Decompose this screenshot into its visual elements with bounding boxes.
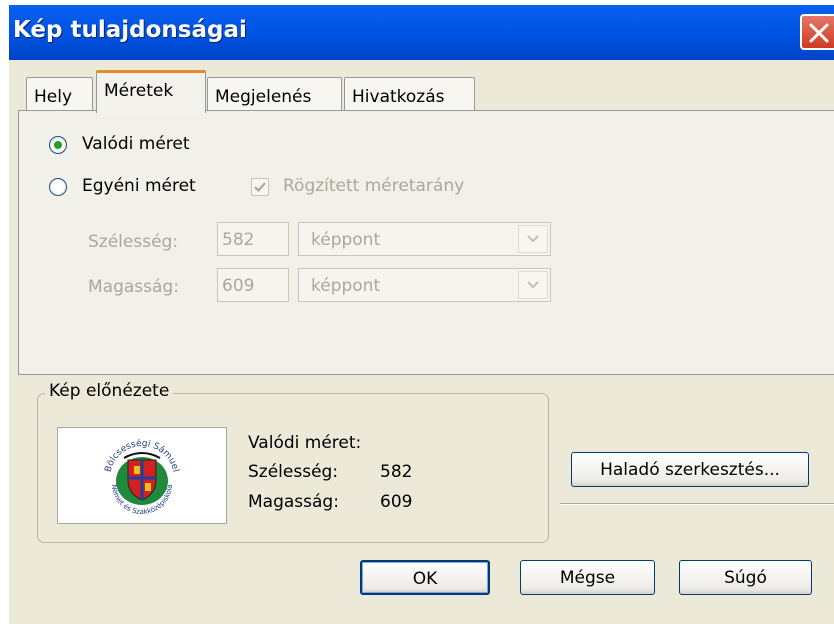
separator — [560, 503, 834, 505]
dialog-title: Kép tulajdonságai — [13, 17, 247, 43]
preview-width-value: 582 — [380, 462, 413, 482]
height-label: Magasság: — [88, 277, 179, 297]
width-unit-value: képpont — [311, 230, 381, 250]
preview-group-title: Kép előnézete — [45, 381, 174, 401]
advanced-edit-button[interactable]: Haladó szerkesztés... — [571, 452, 809, 487]
width-label: Szélesség: — [88, 232, 179, 252]
radio-selected-dot — [54, 141, 62, 149]
preview-info-title: Valódi méret: — [248, 433, 362, 453]
preview-width-label: Szélesség: — [248, 462, 339, 482]
actual-size-radio[interactable] — [49, 136, 67, 154]
title-bar[interactable]: Kép tulajdonságai — [9, 5, 834, 60]
help-button[interactable]: Súgó — [679, 560, 812, 595]
close-button[interactable] — [800, 14, 834, 50]
width-unit-select[interactable]: képpont — [298, 222, 551, 256]
height-input[interactable]: 609 — [217, 268, 289, 302]
image-preview: Bölcsességi Sámuel Német és Szakközépisk… — [57, 427, 227, 524]
preview-height-label: Magasság: — [248, 492, 339, 512]
tab-megjelenes[interactable]: Megjelenés — [207, 77, 342, 113]
height-unit-dropdown-button[interactable] — [518, 271, 548, 299]
width-input[interactable]: 582 — [217, 222, 289, 256]
actual-size-label[interactable]: Valódi méret — [82, 134, 190, 154]
preview-height-value: 609 — [380, 492, 413, 512]
custom-size-radio[interactable] — [49, 178, 67, 196]
tab-hely[interactable]: Hely — [26, 77, 93, 113]
keep-ratio-label: Rögzített méretarány — [283, 176, 465, 196]
height-unit-value: képpont — [311, 276, 381, 296]
close-icon — [809, 23, 829, 43]
coat-of-arms-emblem-icon: Bölcsességi Sámuel Német és Szakközépisk… — [102, 438, 182, 518]
cancel-button[interactable]: Mégse — [520, 560, 655, 595]
chevron-down-icon — [527, 281, 539, 289]
checkmark-icon — [254, 182, 266, 193]
chevron-down-icon — [527, 235, 539, 243]
keep-ratio-checkbox[interactable] — [251, 178, 269, 196]
height-unit-select[interactable]: képpont — [298, 268, 551, 302]
ok-button[interactable]: OK — [360, 560, 490, 595]
tab-hivatkozas[interactable]: Hivatkozás — [344, 77, 475, 113]
tab-meretek[interactable]: Méretek — [96, 70, 206, 113]
custom-size-label[interactable]: Egyéni méret — [82, 176, 196, 196]
width-unit-dropdown-button[interactable] — [518, 225, 548, 253]
